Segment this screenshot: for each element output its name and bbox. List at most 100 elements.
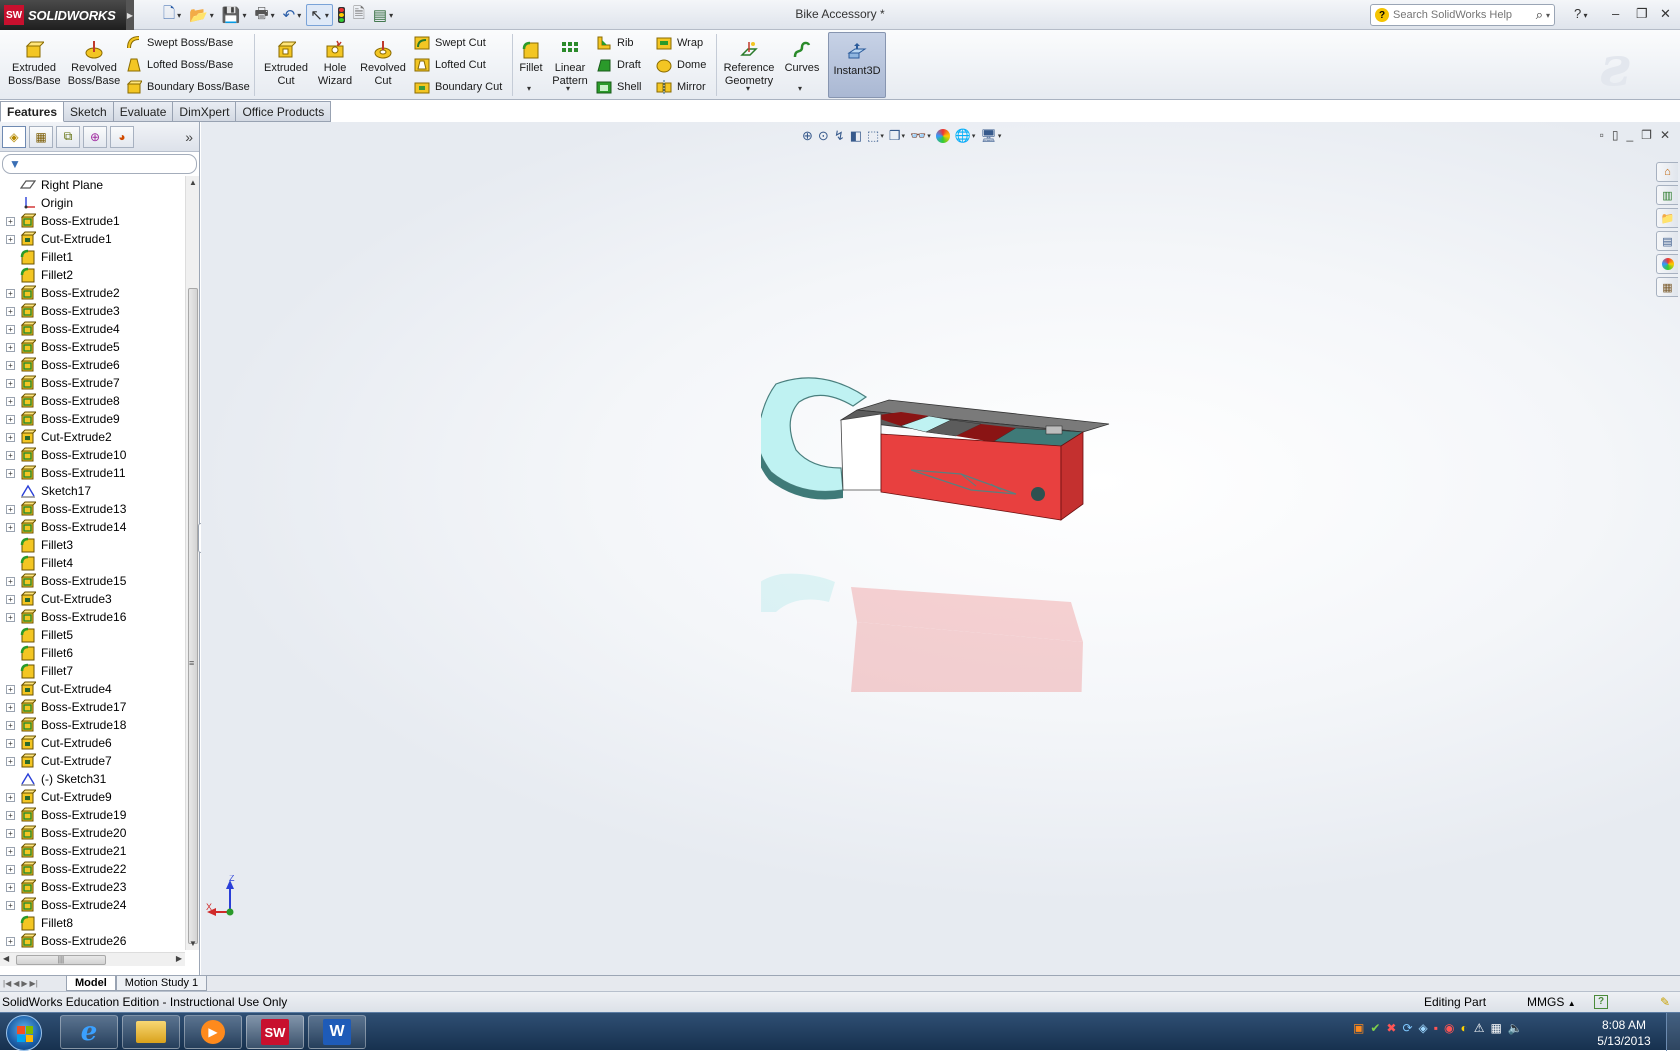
feature-tree-item[interactable]: Fillet8 [0, 914, 185, 932]
expand-icon[interactable]: + [6, 522, 15, 532]
scrollbar-thumb[interactable]: ||| [16, 955, 106, 965]
feature-tree-item[interactable]: + Cut-Extrude7 [0, 752, 185, 770]
feature-tree-item[interactable]: Fillet7 [0, 662, 185, 680]
tab-motion-study[interactable]: Motion Study 1 [115, 976, 208, 991]
feature-tree-item[interactable]: + Boss-Extrude7 [0, 374, 185, 392]
section-view-button[interactable]: ◧ [849, 127, 863, 145]
expand-icon[interactable]: + [6, 828, 15, 838]
minimize-icon[interactable]: – [1612, 6, 1619, 21]
expand-icon[interactable]: + [6, 576, 15, 586]
close-icon[interactable]: ✕ [1660, 128, 1670, 142]
dimxpert-manager-tab[interactable]: ⊕ [83, 125, 107, 148]
part-model-graphic[interactable] [761, 372, 1221, 692]
feature-tree-item[interactable]: + Boss-Extrude10 [0, 446, 185, 464]
hole-wizard-button[interactable]: Hole Wizard [314, 40, 356, 88]
design-library-tab[interactable]: ▥ [1656, 185, 1678, 205]
feature-tree-item[interactable]: + Boss-Extrude15 [0, 572, 185, 590]
feature-tree-item[interactable]: + Boss-Extrude24 [0, 896, 185, 914]
curves-button[interactable]: Curves [782, 40, 822, 75]
new-document-button[interactable]: 🗋 ▾ [160, 4, 184, 26]
custom-properties-tab[interactable]: ▦ [1656, 277, 1678, 297]
feature-tree-item[interactable]: + Boss-Extrude23 [0, 878, 185, 896]
extruded-boss-button[interactable]: Extruded Boss/Base [8, 40, 61, 88]
feature-tree-item[interactable]: + Boss-Extrude13 [0, 500, 185, 518]
tray-solidworks-icon[interactable]: ▪ [1434, 1021, 1438, 1035]
view-palette-tab[interactable]: ▤ [1656, 231, 1678, 251]
extruded-cut-button[interactable]: Extruded Cut [260, 40, 312, 88]
tray-shield-icon[interactable]: ◈ [1419, 1021, 1428, 1035]
tree-horizontal-scrollbar[interactable]: ◀ ||| ▶ [0, 952, 185, 966]
feature-tree-item[interactable]: Fillet4 [0, 554, 185, 572]
expand-icon[interactable]: + [6, 594, 15, 604]
chevron-down-icon[interactable]: ▾ [798, 84, 802, 93]
chevron-down-icon[interactable]: ▾ [325, 11, 329, 20]
chevron-down-icon[interactable]: ▾ [746, 84, 750, 93]
expand-icon[interactable]: + [6, 702, 15, 712]
tab-dimxpert[interactable]: DimXpert [173, 101, 237, 122]
view-orientation-button[interactable]: ⬚ ▾ [866, 127, 885, 145]
feature-tree-item[interactable]: Fillet3 [0, 536, 185, 554]
property-manager-tab[interactable]: ▦ [29, 125, 53, 148]
feature-tree-item[interactable]: + Cut-Extrude3 [0, 590, 185, 608]
save-button[interactable]: 💾 ▾ [219, 4, 250, 26]
feature-tree-item[interactable]: + Boss-Extrude1 [0, 212, 185, 230]
swept-cut-button[interactable]: Swept Cut [414, 34, 486, 52]
solidworks-logo[interactable]: SW SOLIDWORKS [0, 0, 134, 30]
draft-button[interactable]: Draft [596, 56, 641, 74]
appearances-tab[interactable] [1656, 254, 1678, 274]
chevron-down-icon[interactable]: ▾ [927, 132, 931, 140]
fillet-button[interactable]: Fillet [516, 40, 546, 75]
expand-icon[interactable]: + [6, 900, 15, 910]
chevron-down-icon[interactable]: ▾ [972, 132, 976, 140]
minimize-icon[interactable]: _ [1626, 128, 1633, 142]
tray-sync-icon[interactable]: ⟳ [1402, 1021, 1412, 1035]
open-button[interactable]: 📂 ▾ [186, 4, 217, 26]
chevron-down-icon[interactable]: ▾ [1546, 11, 1550, 20]
swept-boss-button[interactable]: Swept Boss/Base [126, 34, 233, 52]
tab-office-products[interactable]: Office Products [236, 101, 332, 122]
chevron-down-icon[interactable]: ▾ [242, 11, 246, 20]
tray-alert-icon[interactable]: ⚠ [1474, 1021, 1485, 1035]
feature-tree-item[interactable]: + Boss-Extrude6 [0, 356, 185, 374]
expand-icon[interactable]: + [6, 234, 15, 244]
scroll-left-icon[interactable]: ◀ [3, 954, 9, 963]
scroll-right-icon[interactable]: ▶ [176, 954, 182, 963]
solidworks-resources-tab[interactable]: ⌂ [1656, 162, 1678, 182]
tray-office-icon[interactable]: ▣ [1353, 1021, 1364, 1035]
zoom-to-fit-button[interactable]: ⊕ [801, 127, 814, 145]
help-menu-icon[interactable]: ? ▾ [1574, 6, 1587, 21]
feature-tree-item[interactable]: + Boss-Extrude26 [0, 932, 185, 950]
feature-tree-item[interactable]: + Boss-Extrude22 [0, 860, 185, 878]
chevron-down-icon[interactable]: ▾ [901, 132, 905, 140]
expand-icon[interactable]: + [6, 324, 15, 334]
expand-icon[interactable]: + [6, 684, 15, 694]
lofted-boss-button[interactable]: Lofted Boss/Base [126, 56, 233, 74]
scrollbar-thumb[interactable] [188, 288, 198, 944]
restore-icon[interactable]: ❐ [1636, 6, 1648, 22]
feature-tree-item[interactable]: Fillet5 [0, 626, 185, 644]
feature-tree-item[interactable]: + Boss-Extrude2 [0, 284, 185, 302]
chevron-down-icon[interactable]: ▾ [271, 11, 275, 20]
feature-tree-item[interactable]: + Cut-Extrude4 [0, 680, 185, 698]
dome-button[interactable]: Dome [656, 56, 706, 74]
rib-button[interactable]: Rib [596, 34, 634, 52]
display-manager-tab[interactable]: ◕ [110, 125, 134, 148]
scroll-up-icon[interactable]: ▲ [189, 178, 197, 187]
expand-icon[interactable]: + [6, 288, 15, 298]
feature-tree-item[interactable]: + Boss-Extrude9 [0, 410, 185, 428]
close-icon[interactable]: ✕ [1660, 6, 1671, 22]
taskbar-internet-explorer[interactable]: e [60, 1015, 118, 1049]
boundary-cut-button[interactable]: Boundary Cut [414, 78, 502, 96]
tab-evaluate[interactable]: Evaluate [113, 101, 174, 122]
quick-tips-icon[interactable]: ? [1594, 995, 1608, 1009]
expand-icon[interactable]: + [6, 396, 15, 406]
search-icon[interactable]: ⌕ [1536, 7, 1543, 23]
wrap-button[interactable]: Wrap [656, 34, 703, 52]
unit-system-selector[interactable]: MMGS ▲ [1527, 995, 1576, 1009]
feature-tree-item[interactable]: Origin [0, 194, 185, 212]
file-explorer-tab[interactable]: 📁 [1656, 208, 1678, 228]
tray-network-icon[interactable]: ▦ [1491, 1021, 1502, 1035]
revolved-boss-button[interactable]: Revolved Boss/Base [66, 40, 122, 88]
feature-tree-item[interactable]: + Cut-Extrude9 [0, 788, 185, 806]
restore-icon[interactable]: ❐ [1641, 128, 1652, 142]
